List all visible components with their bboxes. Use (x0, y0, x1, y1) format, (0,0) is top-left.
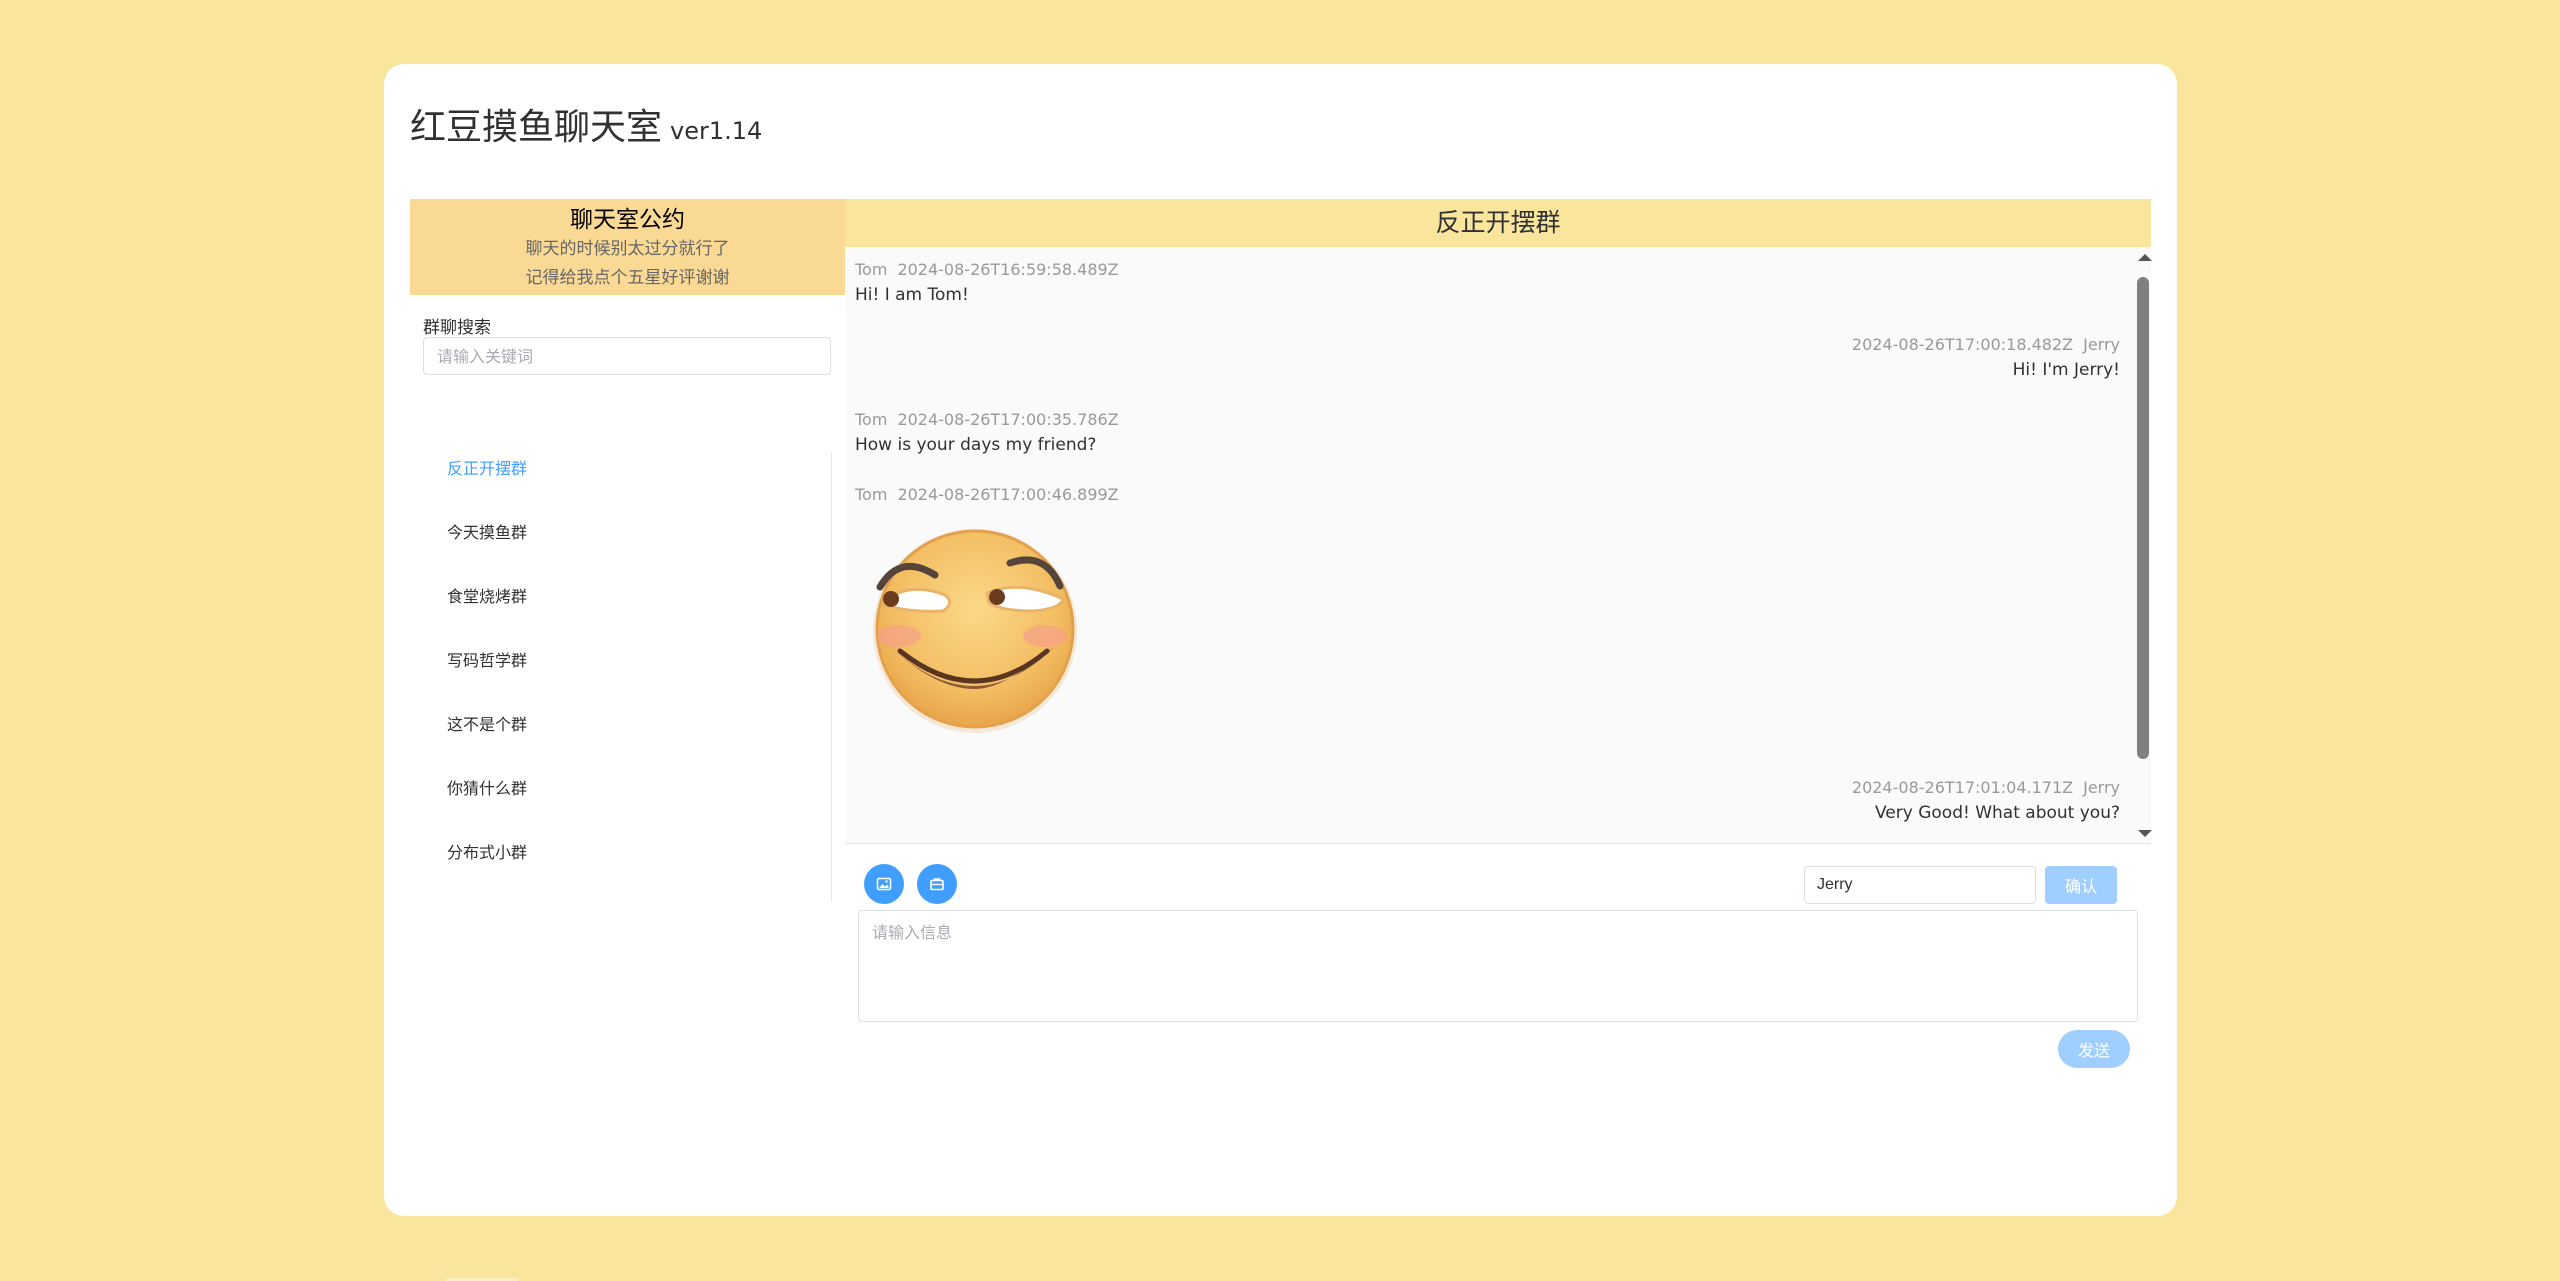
message-input[interactable] (858, 910, 2138, 1022)
confirm-username-button[interactable]: 确认 (2045, 866, 2117, 904)
send-file-button[interactable] (917, 864, 957, 904)
message-text: Hi! I am Tom! (855, 285, 969, 305)
message: 2024-08-26T17:00:18.482Z Jerry Hi! I'm Je… (1852, 334, 2120, 384)
message: Tom 2024-08-26T16:59:58.489Z Hi! I am Tom… (855, 259, 1119, 309)
send-button[interactable]: 发送 (2058, 1030, 2130, 1068)
chat-rules-panel: 聊天室公约 聊天的时候别太过分就行了 记得给我点个五星好评谢谢 (410, 199, 845, 295)
message: Tom 2024-08-26T17:00:46.899Z (855, 484, 1119, 741)
group-search-label: 群聊搜索 (423, 318, 491, 338)
scroll-down-arrow-icon[interactable] (2138, 830, 2152, 837)
message-text: Hi! I'm Jerry! (2012, 360, 2120, 380)
group-item[interactable]: 你猜什么群 (410, 772, 831, 836)
message-list[interactable]: Tom 2024-08-26T16:59:58.489Z Hi! I am Tom… (845, 247, 2152, 844)
rules-line: 记得给我点个五星好评谢谢 (525, 268, 730, 288)
chat-title: 反正开摆群 (845, 199, 2151, 247)
chat-panel: 反正开摆群 Tom 2024-08-26T16:59:58.489Z Hi! I … (845, 199, 2152, 924)
image-icon (876, 877, 892, 891)
scrollbar-thumb[interactable] (2137, 277, 2149, 759)
message-time: 2024-08-26T17:01:04.171Z (1851, 778, 2074, 797)
group-item[interactable]: 分布式小群 (410, 836, 831, 900)
group-item[interactable]: 这不是个群 (410, 708, 831, 772)
message-user: Tom (855, 260, 888, 279)
rules-line: 聊天的时候别太过分就行了 (525, 239, 730, 259)
message-user: Tom (855, 410, 888, 429)
message-time: 2024-08-26T17:00:35.786Z (897, 410, 1119, 429)
group-item[interactable]: 今天摸鱼群 (410, 516, 831, 580)
sidebar: 聊天室公约 聊天的时候别太过分就行了 记得给我点个五星好评谢谢 群聊搜索 反正开… (410, 199, 845, 902)
rules-title: 聊天室公约 (570, 207, 685, 233)
message-user: Jerry (2083, 778, 2120, 797)
app-header: 红豆摸鱼聊天室 ver1.14 (410, 98, 762, 150)
message-time: 2024-08-26T17:00:46.899Z (897, 485, 1119, 504)
group-list: 反正开摆群 今天摸鱼群 食堂烧烤群 写码哲学群 这不是个群 你猜什么群 分布式小… (410, 452, 832, 902)
group-item-active[interactable]: 反正开摆群 (410, 452, 831, 516)
username-input[interactable] (1804, 866, 2036, 904)
scroll-up-arrow-icon[interactable] (2138, 254, 2152, 261)
chat-app-card: 红豆摸鱼聊天室 ver1.14 聊天室公约 聊天的时候别太过分就行了 记得给我点… (384, 64, 2177, 1216)
send-image-button[interactable] (864, 864, 904, 904)
message-user: Tom (855, 485, 888, 504)
folder-icon (930, 878, 944, 891)
group-item[interactable]: 食堂烧烤群 (410, 580, 831, 644)
group-item[interactable]: 写码哲学群 (410, 644, 831, 708)
app-version: ver1.14 (670, 117, 763, 145)
message-time: 2024-08-26T16:59:58.489Z (897, 260, 1119, 279)
message: 2024-08-26T17:01:04.171Z Jerry Very Good!… (1852, 777, 2120, 827)
message-scrollbar[interactable] (2135, 247, 2152, 844)
message-user: Jerry (2083, 335, 2120, 354)
message-text: Very Good! What about you? (1875, 803, 2120, 823)
app-title: 红豆摸鱼聊天室 (410, 107, 663, 148)
message-text: How is your days my friend? (855, 435, 1097, 455)
smirk-emoji-image[interactable] (855, 511, 1085, 741)
group-search-input[interactable] (423, 337, 831, 375)
message-time: 2024-08-26T17:00:18.482Z (1851, 335, 2074, 354)
message: Tom 2024-08-26T17:00:35.786Z How is your … (855, 409, 1119, 459)
